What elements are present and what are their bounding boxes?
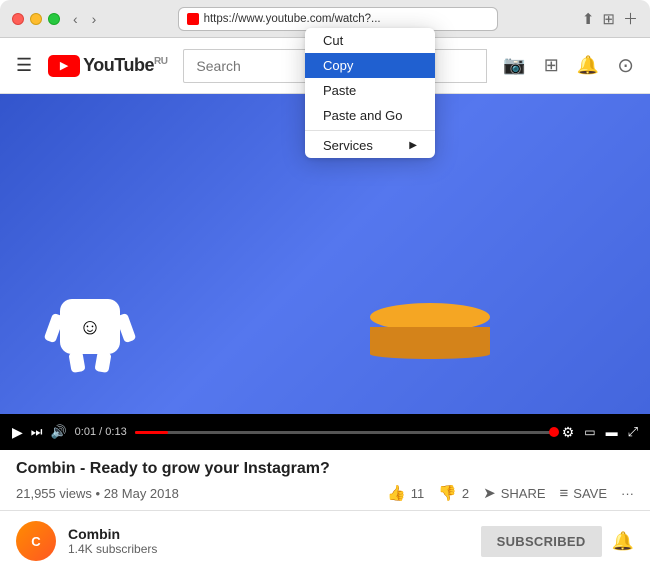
context-menu-paste-go[interactable]: Paste and Go [305, 103, 435, 128]
minimize-button[interactable] [30, 13, 42, 25]
maximize-button[interactable] [48, 13, 60, 25]
channel-name[interactable]: Combin [68, 526, 157, 542]
video-title: Combin - Ready to grow your Instagram? [16, 460, 634, 478]
platform-bottom [370, 349, 490, 359]
character: ☺ [60, 299, 120, 354]
forward-button[interactable]: › [87, 9, 102, 29]
more-icon: ··· [621, 486, 634, 501]
share-toolbar-icon[interactable]: ⬆ [582, 10, 595, 28]
char-arm-right [116, 313, 137, 343]
address-bar-container: https://www.youtube.com/watch?... Cut Co… [109, 7, 565, 31]
platform-body [370, 327, 490, 349]
fullscreen-button[interactable]: ⤢ [628, 424, 638, 441]
yt-logo: YouTubeRU [48, 55, 167, 77]
settings-button[interactable]: ⚙ [562, 424, 575, 441]
share-button[interactable]: ➤ SHARE [483, 484, 545, 502]
char-arm-left [44, 313, 65, 343]
char-leg-left [68, 351, 85, 373]
share-icon: ➤ [483, 484, 496, 502]
char-leg-right [94, 351, 111, 373]
yt-logo-icon [48, 55, 80, 77]
progress-dot [549, 427, 559, 437]
nav-buttons: ‹ › [68, 9, 101, 29]
progress-bar[interactable] [135, 431, 554, 434]
channel-bell-button[interactable]: 🔔 [612, 531, 634, 552]
context-menu-cut[interactable]: Cut [305, 28, 435, 53]
add-tab-icon[interactable]: ＋ [623, 8, 638, 29]
yt-logo-text: YouTubeRU [83, 55, 167, 76]
context-menu-divider [305, 130, 435, 131]
next-button[interactable]: ⏭ [31, 424, 43, 440]
platform [370, 303, 490, 359]
char-face: ☺ [79, 314, 101, 340]
address-bar[interactable]: https://www.youtube.com/watch?... [178, 7, 498, 31]
video-stats: 21,955 views • 28 May 2018 [16, 486, 179, 501]
traffic-lights [12, 13, 60, 25]
miniplayer-button[interactable]: ▭ [584, 424, 595, 441]
toolbar-right: ⬆ ⊞ ＋ [582, 8, 638, 29]
like-icon: 👍 [387, 484, 406, 502]
volume-button[interactable]: 🔊 [50, 424, 66, 440]
save-button[interactable]: ≡ SAVE [560, 485, 607, 502]
time-display: 0:01 / 0:13 [75, 426, 127, 438]
dislike-icon: 👎 [438, 484, 457, 502]
yt-topbar-right: 📷 ⊞ 🔔 ⊙ [503, 53, 634, 78]
yt-logo-ru: RU [154, 56, 167, 67]
favicon-icon [187, 13, 199, 25]
hamburger-icon[interactable]: ☰ [16, 55, 32, 76]
channel-avatar-inner: C [16, 521, 56, 561]
back-button[interactable]: ‹ [68, 9, 83, 29]
channel-info: Combin 1.4K subscribers [68, 526, 157, 556]
context-menu-copy[interactable]: Copy [305, 53, 435, 78]
like-button[interactable]: 👍 11 [387, 484, 424, 502]
video-meta-row: 21,955 views • 28 May 2018 👍 11 👎 2 ➤ SH… [16, 484, 634, 502]
context-menu-paste[interactable]: Paste [305, 78, 435, 103]
video-controls: ▶ ⏭ 🔊 0:01 / 0:13 ⚙ ▭ ▬ ⤢ [0, 414, 650, 450]
progress-fill [135, 431, 169, 434]
play-button[interactable]: ▶ [12, 424, 23, 441]
apps-grid-icon[interactable]: ⊞ [544, 55, 559, 76]
save-icon: ≡ [560, 485, 569, 502]
context-menu: Cut Copy Paste Paste and Go Services ▶ [305, 28, 435, 158]
dislike-button[interactable]: 👎 2 [438, 484, 469, 502]
theater-button[interactable]: ▬ [606, 424, 618, 441]
channel-avatar: C [16, 521, 56, 561]
video-camera-icon[interactable]: 📷 [503, 55, 525, 76]
user-avatar-icon[interactable]: ⊙ [617, 53, 634, 78]
address-text: https://www.youtube.com/watch?... [204, 13, 489, 25]
char-body: ☺ [60, 299, 120, 354]
subscribe-button[interactable]: SUBSCRIBED [481, 526, 602, 557]
video-actions: 👍 11 👎 2 ➤ SHARE ≡ SAVE ··· [387, 484, 634, 502]
new-tab-icon[interactable]: ⊞ [602, 10, 615, 28]
ctrl-right: ⚙ ▭ ▬ ⤢ [562, 424, 638, 441]
close-button[interactable] [12, 13, 24, 25]
context-menu-services[interactable]: Services ▶ [305, 133, 435, 158]
channel-row: C Combin 1.4K subscribers SUBSCRIBED 🔔 [0, 511, 650, 571]
more-button[interactable]: ··· [621, 486, 634, 501]
video-info: Combin - Ready to grow your Instagram? 2… [0, 450, 650, 511]
notifications-bell-icon[interactable]: 🔔 [577, 55, 599, 76]
window-chrome: ‹ › https://www.youtube.com/watch?... Cu… [0, 0, 650, 38]
submenu-arrow-icon: ▶ [409, 140, 417, 151]
